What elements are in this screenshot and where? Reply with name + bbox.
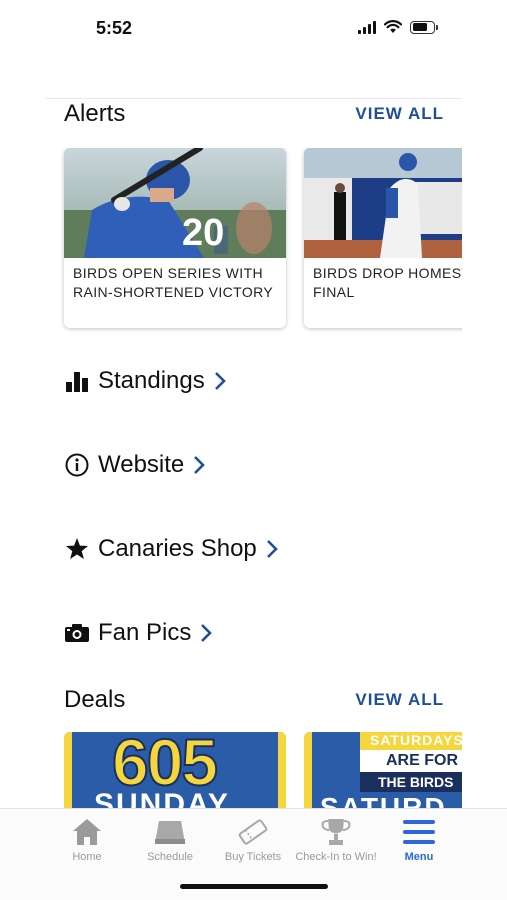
fan-pics-link[interactable]: Fan Pics [64, 619, 213, 647]
alert-headline: BIRDS DROP HOMESTAND FINAL [313, 265, 462, 300]
alerts-header: Alerts VIEW ALL [64, 100, 444, 128]
status-bar: 5:52 [0, 0, 507, 56]
alert-card[interactable]: BIRDS DROP HOMESTAND FINAL [304, 148, 462, 328]
chevron-right-icon [194, 456, 206, 474]
deal-line-3: THE BIRDS [378, 774, 454, 790]
deal-card[interactable]: 605 SUNDAY [64, 732, 286, 808]
deal-day-text: SUNDAY [94, 788, 230, 808]
deal-line-1: SATURDAYS [370, 732, 462, 748]
star-icon [64, 536, 90, 562]
deal-stripe [278, 732, 286, 808]
alert-card-image: 20 [64, 148, 286, 258]
tab-menu-label: Menu [404, 851, 434, 863]
canaries-shop-label: Canaries Shop [98, 535, 257, 562]
cellular-signal-icon [358, 20, 376, 34]
chevron-right-icon [201, 624, 213, 642]
tab-home[interactable]: Home [45, 817, 129, 863]
divider [46, 98, 462, 99]
deals-view-all-link[interactable]: VIEW ALL [355, 690, 444, 710]
chevron-right-icon [266, 540, 278, 558]
deal-stripe [64, 732, 72, 808]
standings-link[interactable]: Standings [64, 367, 227, 395]
chevron-right-icon [214, 372, 226, 390]
fan-pics-label: Fan Pics [98, 619, 192, 646]
tab-schedule-label: Schedule [147, 851, 193, 863]
status-icons [358, 20, 438, 34]
alert-headline: BIRDS OPEN SERIES WITH RAIN-SHORTENED VI… [73, 265, 274, 300]
tab-buy-tickets[interactable]: Buy Tickets [211, 817, 295, 863]
website-label: Website [98, 451, 185, 478]
tab-menu[interactable]: Menu [377, 817, 461, 863]
alerts-carousel[interactable]: 20 BIRDS OPEN SERIES WITH RAIN-SHORTENED… [46, 148, 462, 334]
canaries-shop-link[interactable]: Canaries Shop [64, 535, 279, 563]
bar-chart-icon [64, 368, 90, 394]
home-icon [73, 819, 101, 845]
home-indicator[interactable] [180, 884, 328, 889]
tab-schedule[interactable]: Schedule [128, 817, 212, 863]
menu-icon [403, 820, 435, 844]
wifi-icon [384, 20, 402, 33]
tab-check-in[interactable]: Check-In to Win! [294, 817, 378, 863]
website-link[interactable]: Website [64, 451, 206, 479]
jersey-number: 20 [182, 212, 225, 254]
deal-line-2: ARE FOR [386, 752, 458, 769]
tab-buy-tickets-label: Buy Tickets [224, 851, 282, 863]
standings-label: Standings [98, 367, 205, 394]
alerts-view-all-link[interactable]: VIEW ALL [355, 104, 444, 124]
ticket-icon [238, 819, 268, 845]
alerts-title: Alerts [64, 100, 126, 127]
deals-header: Deals VIEW ALL [64, 686, 444, 714]
alert-card-image [304, 148, 462, 258]
camera-icon [64, 620, 90, 646]
deals-title: Deals [64, 686, 126, 713]
tab-home-label: Home [72, 851, 102, 863]
tab-check-in-label: Check-In to Win! [295, 851, 377, 863]
alert-card[interactable]: 20 BIRDS OPEN SERIES WITH RAIN-SHORTENED… [64, 148, 286, 328]
deal-stripe [304, 732, 312, 808]
schedule-icon [155, 821, 185, 844]
deal-partial-text: SATURD [320, 792, 447, 808]
battery-icon [410, 20, 438, 34]
trophy-icon [321, 819, 351, 845]
info-icon [64, 452, 90, 478]
deals-carousel[interactable]: 605 SUNDAY SATURDAYS ARE FOR THE BIRDS S… [46, 732, 462, 808]
status-time: 5:52 [96, 18, 133, 38]
deal-card[interactable]: SATURDAYS ARE FOR THE BIRDS SATURD [304, 732, 462, 808]
